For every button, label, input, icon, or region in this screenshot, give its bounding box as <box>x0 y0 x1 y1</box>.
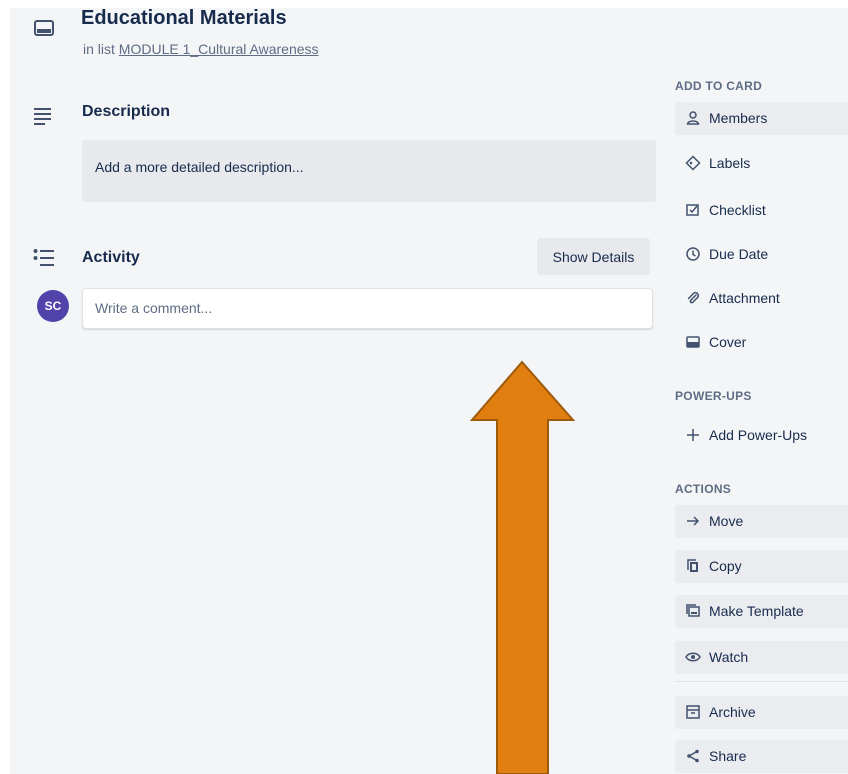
attachment-label: Attachment <box>709 290 780 306</box>
actions-heading: ACTIONS <box>675 482 732 496</box>
paperclip-icon <box>687 291 700 304</box>
activity-icon <box>33 249 54 266</box>
add-power-ups-label: Add Power-Ups <box>709 427 808 443</box>
plus-icon <box>687 429 699 441</box>
cover-button[interactable]: Cover <box>675 326 848 359</box>
archive-icon <box>686 705 700 719</box>
description-placeholder: Add a more detailed description... <box>95 159 304 175</box>
show-details-button[interactable]: Show Details <box>537 238 650 275</box>
share-icon <box>687 749 699 763</box>
tag-icon <box>685 155 701 171</box>
share-button[interactable]: Share <box>675 740 848 773</box>
watch-button[interactable]: Watch <box>675 641 848 674</box>
cover-icon <box>686 336 700 348</box>
make-template-button[interactable]: Make Template <box>675 595 848 628</box>
members-label: Members <box>709 110 768 126</box>
template-icon <box>686 604 700 617</box>
move-button[interactable]: Move <box>675 505 848 538</box>
list-name-link[interactable]: MODULE 1_Cultural Awareness <box>119 41 319 57</box>
actions-divider <box>675 681 848 682</box>
archive-label: Archive <box>709 704 756 720</box>
copy-button[interactable]: Copy <box>675 550 848 583</box>
labels-button[interactable]: Labels <box>675 147 848 180</box>
person-icon <box>686 111 700 125</box>
description-field[interactable]: Add a more detailed description... <box>82 140 656 202</box>
cover-label: Cover <box>709 334 747 350</box>
checklist-label: Checklist <box>709 202 766 218</box>
card-icon <box>34 20 54 36</box>
card-title[interactable]: Educational Materials <box>81 7 287 30</box>
avatar[interactable]: SC <box>37 290 69 322</box>
activity-heading: Activity <box>82 249 140 266</box>
due-date-label: Due Date <box>709 246 769 262</box>
due-date-button[interactable]: Due Date <box>675 238 848 271</box>
in-list-prefix: in list <box>83 41 115 57</box>
comment-input[interactable]: Write a comment... <box>82 288 653 329</box>
eye-icon <box>685 652 701 662</box>
card-list-info: in list MODULE 1_Cultural Awareness <box>83 41 319 57</box>
description-heading: Description <box>82 103 171 120</box>
move-label: Move <box>709 513 744 529</box>
watch-label: Watch <box>709 649 749 665</box>
members-button[interactable]: Members <box>675 102 848 135</box>
make-template-label: Make Template <box>709 603 804 619</box>
copy-label: Copy <box>709 558 742 574</box>
card-detail-panel: Educational Materials in list MODULE 1_C… <box>10 7 848 774</box>
copy-icon <box>687 559 698 572</box>
power-ups-heading: POWER-UPS <box>675 389 752 403</box>
comment-placeholder: Write a comment... <box>95 300 213 316</box>
share-label: Share <box>709 748 747 764</box>
arrow-right-icon <box>687 516 700 526</box>
attachment-button[interactable]: Attachment <box>675 282 848 315</box>
archive-button[interactable]: Archive <box>675 696 848 729</box>
labels-label: Labels <box>709 155 751 171</box>
add-power-ups-button[interactable]: Add Power-Ups <box>675 419 848 452</box>
checklist-button[interactable]: Checklist <box>675 194 848 227</box>
clock-icon <box>686 247 700 261</box>
description-icon <box>34 108 51 125</box>
add-to-card-heading: ADD TO CARD <box>675 79 763 93</box>
checkbox-icon <box>686 204 699 216</box>
